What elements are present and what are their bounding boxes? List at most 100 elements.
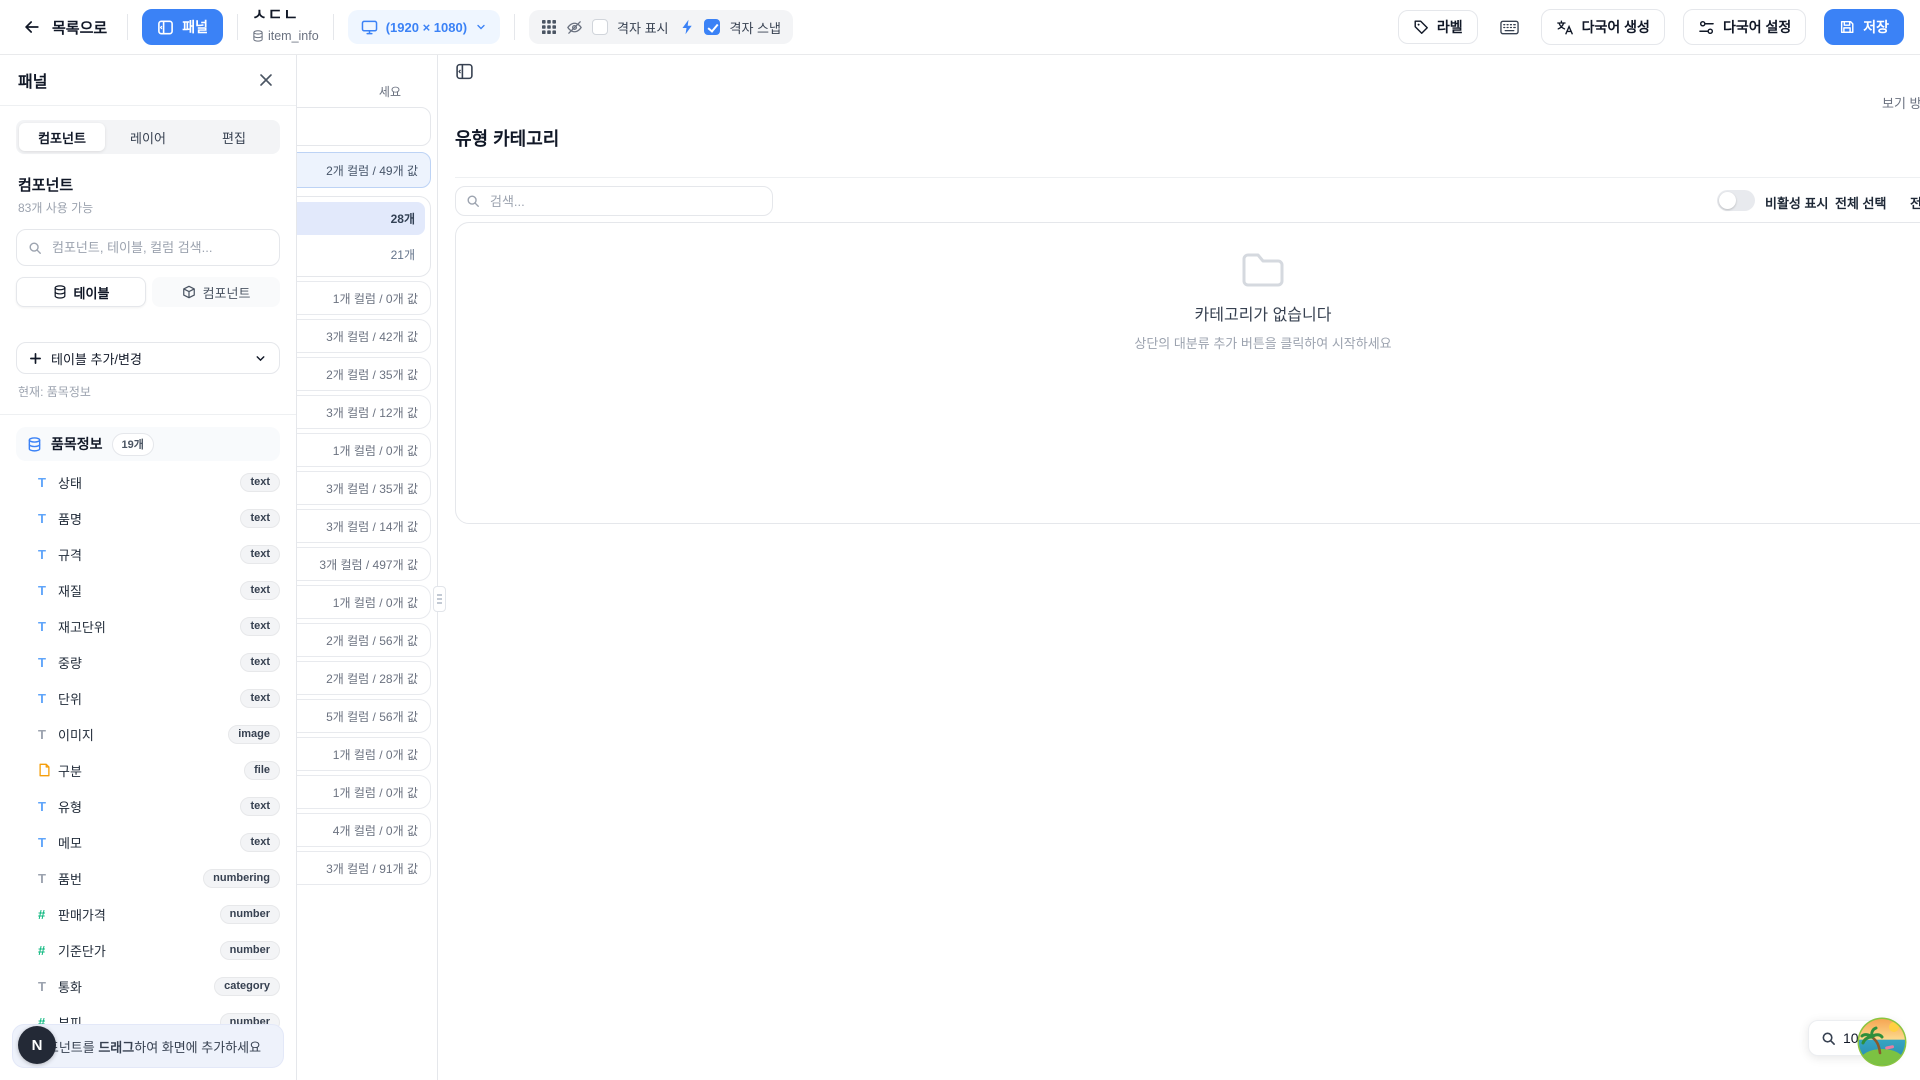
- component-search-input[interactable]: [50, 239, 268, 256]
- source-tab-table[interactable]: 테이블: [16, 277, 146, 307]
- divider: [0, 414, 296, 415]
- field-row[interactable]: T 단위 text: [0, 680, 296, 716]
- tab-layers[interactable]: 레이어: [105, 123, 191, 151]
- select-all-button[interactable]: 전체 선택: [1835, 193, 1886, 212]
- field-type-icon: T: [38, 727, 55, 742]
- editor-canvas: 보기 방식 유형 카테고리 비활성 표시 전체 선택 전 카테고리가 없습니다 …: [438, 55, 1920, 1080]
- field-type-badge: image: [228, 725, 280, 744]
- i18n-generate-button[interactable]: 다국어 생성: [1541, 9, 1665, 45]
- back-arrow-icon: [22, 17, 42, 37]
- add-table-dropdown[interactable]: 테이블 추가/변경: [16, 342, 280, 374]
- category-search-input[interactable]: [488, 193, 762, 210]
- field-row[interactable]: T 품명 text: [0, 500, 296, 536]
- field-type-badge: text: [240, 617, 280, 636]
- field-name: 상태: [58, 473, 82, 492]
- field-type-badge: text: [240, 473, 280, 492]
- database-icon: [53, 285, 67, 299]
- field-name: 단위: [58, 689, 82, 708]
- field-row[interactable]: T 재질 text: [0, 572, 296, 608]
- field-name: 이미지: [58, 725, 94, 744]
- components-panel: 패널 컴포넌트 레이어 편집 컴포넌트 83개 사용 가능: [0, 55, 297, 1080]
- user-cursor-avatar: N: [18, 1026, 56, 1064]
- chevron-down-icon: [254, 352, 267, 365]
- cube-icon: [182, 285, 196, 299]
- tab-edit[interactable]: 편집: [191, 123, 277, 151]
- field-row[interactable]: # 판매가격 number: [0, 896, 296, 932]
- panel-resize-handle[interactable]: [433, 586, 446, 612]
- plus-icon: [29, 352, 42, 365]
- field-row[interactable]: T 규격 text: [0, 536, 296, 572]
- viewport-size-select[interactable]: (1920 × 1080): [348, 10, 500, 44]
- field-type-icon: [38, 763, 55, 777]
- field-row[interactable]: T 상태 text: [0, 464, 296, 500]
- field-type-badge: text: [240, 509, 280, 528]
- category-empty-card: 카테고리가 없습니다 상단의 대분류 추가 버튼을 클릭하여 시작하세요: [455, 222, 1920, 524]
- tab-components[interactable]: 컴포넌트: [19, 123, 105, 151]
- flyout-table-item-meta: 5개 컬럼 / 56개 값: [326, 708, 418, 725]
- panel-left-icon: [157, 19, 174, 36]
- field-type-icon: #: [38, 907, 55, 922]
- database-icon: [27, 437, 42, 452]
- source-tab-component[interactable]: 컴포넌트: [152, 277, 280, 307]
- inactive-visibility-toggle[interactable]: [1717, 190, 1755, 211]
- field-name: 중량: [58, 653, 82, 672]
- field-type-icon: T: [38, 619, 55, 634]
- panel-toggle-button[interactable]: 패널: [142, 9, 223, 45]
- document-title: ㅅㄷㄴ: [252, 7, 319, 25]
- field-row[interactable]: T 유형 text: [0, 788, 296, 824]
- flyout-table-item-meta: 1개 컬럼 / 0개 값: [333, 290, 418, 307]
- field-name: 메모: [58, 833, 82, 852]
- label-button[interactable]: 라벨: [1398, 10, 1478, 44]
- document-subtitle: item_info: [268, 29, 319, 43]
- flyout-table-item-meta: 3개 컬럼 / 91개 값: [326, 860, 418, 877]
- field-type-icon: T: [38, 655, 55, 670]
- field-row[interactable]: 구분 file: [0, 752, 296, 788]
- field-row[interactable]: T 통화 category: [0, 968, 296, 1004]
- tag-icon: [1413, 19, 1429, 35]
- flyout-table-item-meta: 1개 컬럼 / 0개 값: [333, 442, 418, 459]
- keyboard-shortcuts-button[interactable]: [1496, 16, 1523, 39]
- grid-snap-label: 격자 스냅: [729, 18, 780, 37]
- field-type-icon: T: [38, 979, 55, 994]
- flyout-table-item-meta: 1개 컬럼 / 0개 값: [333, 784, 418, 801]
- flyout-table-item-meta: 3개 컬럼 / 42개 값: [326, 328, 418, 345]
- field-row[interactable]: T 재고단위 text: [0, 608, 296, 644]
- clipped-action-button[interactable]: 전: [1910, 193, 1920, 212]
- field-type-badge: category: [214, 977, 280, 996]
- field-name: 기준단가: [58, 941, 106, 960]
- grid-show-checkbox[interactable]: [592, 19, 608, 35]
- field-type-icon: #: [38, 943, 55, 958]
- field-name: 구분: [58, 761, 82, 780]
- grid-options-group: 격자 표시 격자 스냅: [529, 10, 793, 44]
- widget-title: 유형 카테고리: [455, 125, 559, 151]
- field-row[interactable]: T 이미지 image: [0, 716, 296, 752]
- field-type-badge: numbering: [203, 869, 280, 888]
- field-row[interactable]: T 품번 numbering: [0, 860, 296, 896]
- grid-snap-checkbox[interactable]: [704, 19, 720, 35]
- save-button-label: 저장: [1863, 17, 1889, 37]
- divider: [455, 177, 1920, 178]
- panel-close-button[interactable]: [254, 68, 278, 92]
- table-group-header[interactable]: 품목정보 19개: [16, 427, 280, 461]
- collapse-panel-button[interactable]: [455, 59, 479, 83]
- flyout-selected-table-meta: 2개 컬럼 / 49개 값: [326, 162, 418, 179]
- field-row[interactable]: T 메모 text: [0, 824, 296, 860]
- field-row[interactable]: T 중량 text: [0, 644, 296, 680]
- folder-icon: [456, 247, 1920, 289]
- field-type-icon: T: [38, 475, 55, 490]
- save-button[interactable]: 저장: [1824, 9, 1904, 45]
- back-to-list-button[interactable]: 목록으로: [16, 15, 113, 40]
- i18n-settings-button[interactable]: 다국어 설정: [1683, 9, 1806, 45]
- island-extension-icon[interactable]: [1856, 1016, 1908, 1068]
- save-icon: [1839, 19, 1855, 35]
- field-type-badge: file: [244, 761, 280, 780]
- field-type-badge: text: [240, 581, 280, 600]
- field-name: 유형: [58, 797, 82, 816]
- field-type-icon: T: [38, 799, 55, 814]
- flyout-truncated-hint: 세요: [379, 83, 401, 100]
- field-type-icon: T: [38, 547, 55, 562]
- top-toolbar: 목록으로 패널 ㅅㄷㄴ item_info (1920 × 1080): [0, 0, 1920, 55]
- field-row[interactable]: # 기준단가 number: [0, 932, 296, 968]
- document-info: ㅅㄷㄴ item_info: [252, 7, 319, 43]
- source-tabs: 테이블 컴포넌트: [16, 277, 280, 307]
